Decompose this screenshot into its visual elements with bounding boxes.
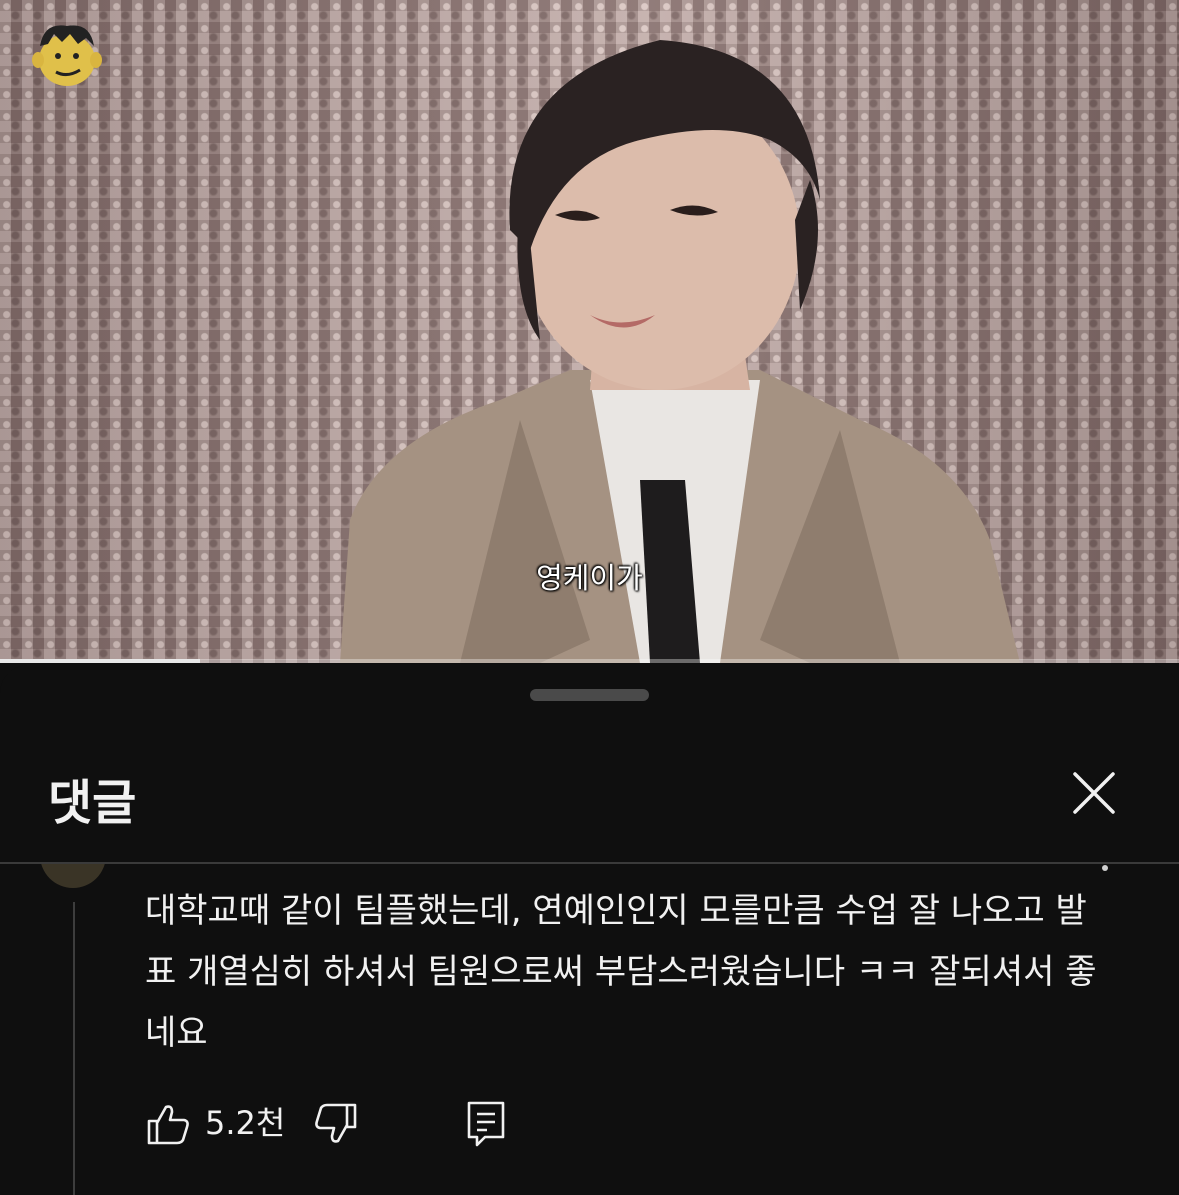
comments-title: 댓글	[48, 775, 137, 831]
video-progress-bar[interactable]	[0, 659, 1179, 663]
more-options-icon[interactable]	[1102, 865, 1108, 871]
reply-icon[interactable]	[463, 1099, 509, 1149]
thumbs-up-icon[interactable]	[145, 1101, 191, 1147]
header-divider	[0, 862, 1179, 864]
video-player[interactable]: 영케이가	[0, 0, 1179, 663]
reply-thread-line	[73, 902, 75, 1195]
like-count: 5.2천	[205, 1104, 286, 1142]
video-progress-fill	[0, 659, 201, 663]
video-subtitle: 영케이가	[536, 561, 643, 595]
comments-sheet: 댓글 대학교때 같이 팀플했는데, 연예인인지 모를만큼 수업 잘 나오고 발표…	[0, 665, 1179, 1195]
thumbs-down-icon[interactable]	[313, 1101, 359, 1147]
comment-text: 대학교때 같이 팀플했는데, 연예인인지 모를만큼 수업 잘 나오고 발표 개열…	[145, 891, 1097, 1053]
close-icon[interactable]	[1070, 769, 1118, 817]
drag-handle[interactable]	[530, 689, 649, 701]
commenter-avatar[interactable]	[40, 864, 106, 888]
channel-logo-icon	[32, 25, 102, 86]
